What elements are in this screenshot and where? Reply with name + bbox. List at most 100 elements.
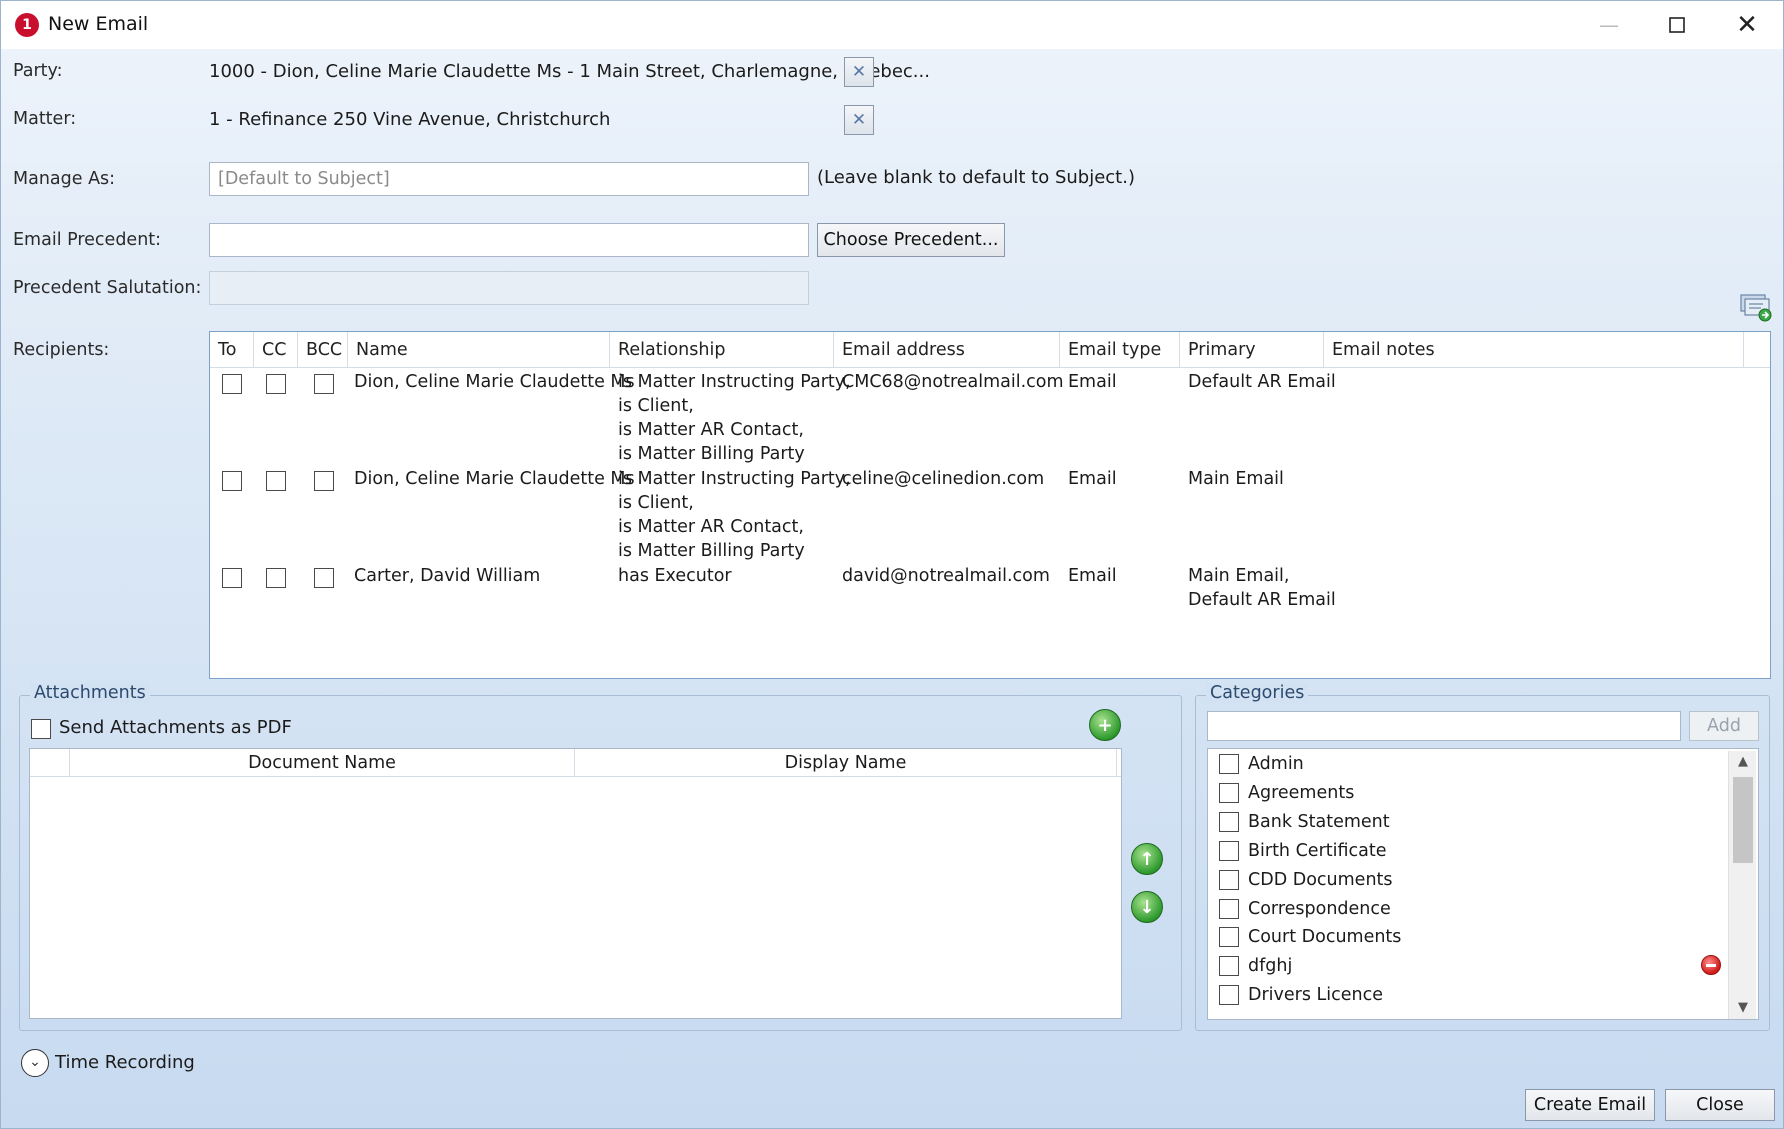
clear-party-button[interactable]: ✕	[844, 57, 874, 87]
to-checkbox[interactable]	[222, 568, 242, 588]
maximize-button[interactable]	[1647, 1, 1707, 49]
recipient-relationship: is Matter Instructing Party,	[618, 469, 851, 489]
scroll-down-icon[interactable]: ▼	[1729, 997, 1757, 1019]
recipient-email: celine@celinedion.com	[842, 469, 1045, 489]
category-checkbox[interactable]	[1219, 812, 1239, 832]
recipient-relationship: is Matter AR Contact,	[618, 420, 804, 440]
col-email-notes[interactable]: Email notes	[1324, 332, 1744, 368]
category-label: dfghj	[1248, 956, 1293, 976]
send-as-pdf-label: Send Attachments as PDF	[59, 717, 292, 738]
col-email-type[interactable]: Email type	[1060, 332, 1180, 368]
recipient-name: Carter, David William	[354, 566, 541, 586]
recipient-primary: Main Email	[1188, 469, 1284, 489]
arrow-down-icon[interactable]: ↓	[1131, 891, 1163, 923]
categories-title: Categories	[1206, 683, 1309, 703]
matter-label: Matter:	[13, 109, 77, 129]
close-button[interactable]: Close	[1665, 1089, 1775, 1121]
recipient-relationship: is Matter AR Contact,	[618, 517, 804, 537]
title-bar: 1 New Email — ✕	[1, 1, 1783, 49]
add-category-button[interactable]: Add	[1689, 711, 1759, 741]
category-label: Birth Certificate	[1248, 841, 1387, 861]
col-name[interactable]: Name	[348, 332, 610, 368]
category-label: Drivers Licence	[1248, 985, 1384, 1005]
attachments-title: Attachments	[30, 683, 150, 703]
app-logo-icon: 1	[15, 13, 39, 37]
maximize-icon	[1669, 17, 1685, 33]
category-checkbox[interactable]	[1219, 841, 1239, 861]
close-window-button[interactable]: ✕	[1717, 1, 1777, 49]
category-checkbox[interactable]	[1219, 870, 1239, 890]
col-primary[interactable]: Primary	[1180, 332, 1324, 368]
recipient-primary: Default AR Email	[1188, 590, 1336, 610]
bcc-checkbox[interactable]	[314, 568, 334, 588]
recipient-relationship: is Matter Billing Party	[618, 444, 805, 464]
category-input[interactable]	[1207, 711, 1681, 741]
category-label: Admin	[1248, 754, 1304, 774]
remove-icon[interactable]	[1701, 955, 1721, 975]
recipient-email-type: Email	[1068, 372, 1117, 392]
recipients-header: To CC BCC Name Relationship Email addres…	[210, 332, 1770, 368]
recipient-relationship: is Client,	[618, 493, 694, 513]
party-label: Party:	[13, 61, 63, 81]
scroll-thumb[interactable]	[1733, 777, 1753, 863]
manage-as-input[interactable]: [Default to Subject]	[209, 162, 809, 196]
bcc-checkbox[interactable]	[314, 471, 334, 491]
category-label: Bank Statement	[1248, 812, 1390, 832]
scroll-up-icon[interactable]: ▲	[1729, 751, 1757, 773]
choose-precedent-button[interactable]: Choose Precedent...	[817, 223, 1005, 257]
recipient-relationship: has Executor	[618, 566, 732, 586]
col-cc[interactable]: CC	[254, 332, 298, 368]
to-checkbox[interactable]	[222, 471, 242, 491]
recipients-label: Recipients:	[13, 340, 110, 360]
cc-checkbox[interactable]	[266, 374, 286, 394]
chevron-down-icon[interactable]: ⌄	[21, 1049, 49, 1077]
precedent-salutation-label: Precedent Salutation:	[13, 278, 202, 298]
bcc-checkbox[interactable]	[314, 374, 334, 394]
matter-value: 1 - Refinance 250 Vine Avenue, Christchu…	[209, 109, 611, 130]
category-checkbox[interactable]	[1219, 985, 1239, 1005]
manage-as-hint: (Leave blank to default to Subject.)	[817, 167, 1135, 188]
party-value: 1000 - Dion, Celine Marie Claudette Ms -…	[209, 61, 930, 82]
recipient-relationship: is Client,	[618, 396, 694, 416]
recipient-email-type: Email	[1068, 566, 1117, 586]
recipient-primary: Main Email,	[1188, 566, 1290, 586]
recipient-relationship: is Matter Instructing Party,	[618, 372, 851, 392]
time-recording-label[interactable]: Time Recording	[55, 1052, 195, 1073]
col-email-address[interactable]: Email address	[834, 332, 1060, 368]
col-to[interactable]: To	[210, 332, 254, 368]
category-label: Correspondence	[1248, 899, 1391, 919]
arrow-up-icon[interactable]: ↑	[1131, 843, 1163, 875]
add-icon[interactable]: +	[1089, 709, 1121, 741]
category-checkbox[interactable]	[1219, 927, 1239, 947]
category-checkbox[interactable]	[1219, 783, 1239, 803]
clear-matter-button[interactable]: ✕	[844, 105, 874, 135]
col-relationship[interactable]: Relationship	[610, 332, 834, 368]
category-checkbox[interactable]	[1219, 754, 1239, 774]
minimize-button[interactable]: —	[1579, 1, 1639, 49]
categories-scrollbar[interactable]: ▲ ▼	[1728, 751, 1756, 1019]
email-precedent-input[interactable]	[209, 223, 809, 257]
category-label: Agreements	[1248, 783, 1355, 803]
col-bcc[interactable]: BCC	[298, 332, 348, 368]
window-title: New Email	[48, 13, 149, 35]
to-checkbox[interactable]	[222, 374, 242, 394]
cc-checkbox[interactable]	[266, 568, 286, 588]
recipient-primary: Default AR Email	[1188, 372, 1336, 392]
send-as-pdf-checkbox[interactable]	[31, 719, 51, 739]
new-email-window: 1 New Email — ✕ Party: 1000 - Dion, Celi…	[0, 0, 1784, 1129]
recipient-name: Dion, Celine Marie Claudette Ms	[354, 372, 635, 392]
category-label: Court Documents	[1248, 927, 1402, 947]
col-display-name[interactable]: Display Name	[575, 749, 1117, 777]
recipient-relationship: is Matter Billing Party	[618, 541, 805, 561]
col-document-name[interactable]: Document Name	[70, 749, 575, 777]
precedent-salutation-input	[209, 271, 809, 305]
category-checkbox[interactable]	[1219, 956, 1239, 976]
category-label: CDD Documents	[1248, 870, 1393, 890]
create-email-button[interactable]: Create Email	[1525, 1089, 1655, 1121]
attachments-list: Document Name Display Name	[29, 748, 1122, 1019]
address-book-icon[interactable]	[1739, 291, 1773, 322]
email-precedent-label: Email Precedent:	[13, 230, 162, 250]
category-checkbox[interactable]	[1219, 899, 1239, 919]
cc-checkbox[interactable]	[266, 471, 286, 491]
recipients-grid: To CC BCC Name Relationship Email addres…	[209, 331, 1771, 679]
